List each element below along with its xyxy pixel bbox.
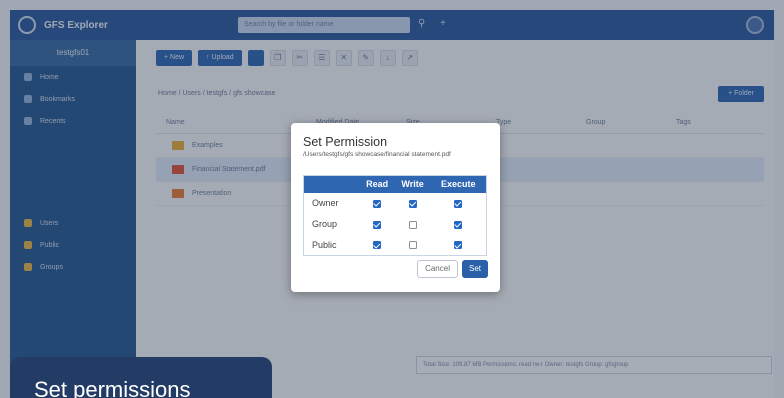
caption-banner: Set permissions bbox=[10, 357, 272, 398]
owner-write-checkbox[interactable] bbox=[408, 199, 417, 208]
permission-row-public: Public bbox=[304, 235, 487, 256]
permission-header-row: Read Write Execute bbox=[303, 175, 487, 193]
public-read-checkbox[interactable] bbox=[373, 241, 382, 250]
owner-execute-checkbox[interactable] bbox=[454, 199, 463, 208]
permission-cell bbox=[395, 235, 431, 256]
public-write-checkbox[interactable] bbox=[408, 241, 417, 250]
dialog-actions: Cancel Set bbox=[417, 260, 488, 278]
permission-cell bbox=[430, 235, 486, 256]
cancel-button[interactable]: Cancel bbox=[417, 260, 458, 278]
permission-cell bbox=[360, 214, 395, 235]
permission-role-label: Public bbox=[312, 239, 337, 250]
group-read-checkbox[interactable] bbox=[373, 220, 382, 229]
column-header-read: Read bbox=[359, 175, 395, 193]
dialog-file-path: /Users/testgfs/gfs showcase/financial st… bbox=[303, 151, 451, 158]
set-permission-dialog: Set Permission /Users/testgfs/gfs showca… bbox=[291, 123, 500, 292]
permission-cell bbox=[360, 235, 395, 256]
group-execute-checkbox[interactable] bbox=[454, 220, 463, 229]
column-header-execute: Execute bbox=[430, 175, 487, 193]
permission-row-owner: Owner bbox=[304, 193, 487, 214]
permission-cell bbox=[430, 214, 486, 235]
permission-role-label: Group bbox=[312, 219, 338, 229]
dialog-title: Set Permission bbox=[303, 135, 388, 149]
permission-role-label: Owner bbox=[312, 198, 339, 208]
permission-cell bbox=[395, 214, 431, 235]
permission-cell bbox=[360, 193, 395, 214]
owner-read-checkbox[interactable] bbox=[373, 199, 382, 208]
public-execute-checkbox[interactable] bbox=[454, 241, 463, 250]
set-button[interactable]: Set bbox=[461, 260, 488, 278]
column-header-write: Write bbox=[394, 175, 431, 193]
role-column-header bbox=[303, 175, 360, 193]
permission-row-group: Group bbox=[304, 214, 487, 235]
group-write-checkbox[interactable] bbox=[408, 220, 417, 229]
permission-table: Read Write Execute Owner Group Public bbox=[303, 175, 487, 256]
permission-cell bbox=[430, 193, 486, 214]
permission-cell bbox=[395, 193, 431, 214]
